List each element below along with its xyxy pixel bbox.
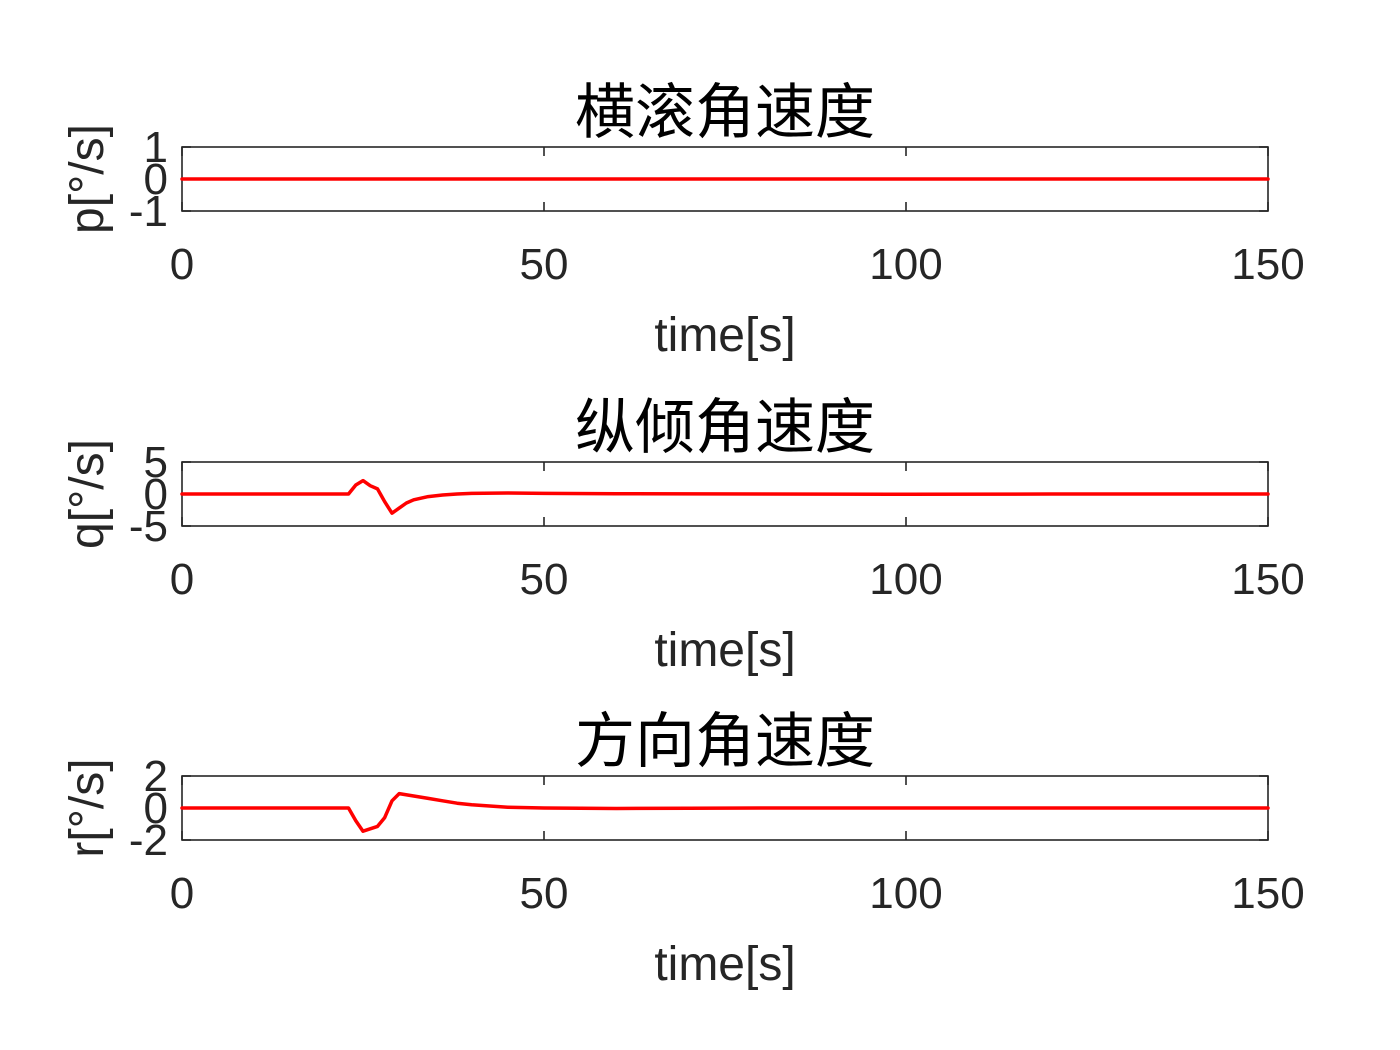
x-axis-label: time[s] [654, 624, 795, 677]
figure: 横滚角速度0 50 100 150-101time[s]p[°/s]纵倾角速度0 50 1… [61, 78, 1305, 991]
y-tick-label: 2 [144, 752, 168, 801]
x-tick-label: 0 [170, 869, 194, 918]
x-axis-label: time[s] [654, 938, 795, 991]
y-axis-label: q[°/s] [61, 439, 114, 549]
x-tick-label: 0 [170, 240, 194, 289]
x-tick-label: 50 [520, 869, 569, 918]
y-axis-label: r[°/s] [61, 758, 114, 857]
y-axis-label: p[°/s] [61, 124, 114, 234]
x-tick-label: 100 [869, 869, 942, 918]
x-tick-label: 50 [520, 555, 569, 604]
y-tick-label: 5 [144, 438, 168, 487]
x-tick-label: 100 [869, 555, 942, 604]
subplot-1: 横滚角速度0 50 100 150-101time[s]p[°/s] [61, 78, 1305, 362]
x-tick-label: 0 [170, 555, 194, 604]
x-tick-label: 50 [520, 240, 569, 289]
x-tick-label: 150 [1231, 240, 1304, 289]
subplot-3: 方向角速度0 50 100 150-202time[s]r[°/s] [61, 707, 1305, 991]
subplot-2: 纵倾角速度0 50 100 150-505time[s]q[°/s] [61, 393, 1305, 677]
chart-title: 纵倾角速度 [575, 393, 875, 463]
x-tick-label: 150 [1231, 555, 1304, 604]
x-tick-label: 100 [869, 240, 942, 289]
chart-title: 横滚角速度 [575, 78, 875, 148]
x-axis-label: time[s] [654, 309, 795, 362]
x-tick-label: 150 [1231, 869, 1304, 918]
y-tick-label: 1 [144, 123, 168, 172]
chart-title: 方向角速度 [575, 707, 875, 777]
